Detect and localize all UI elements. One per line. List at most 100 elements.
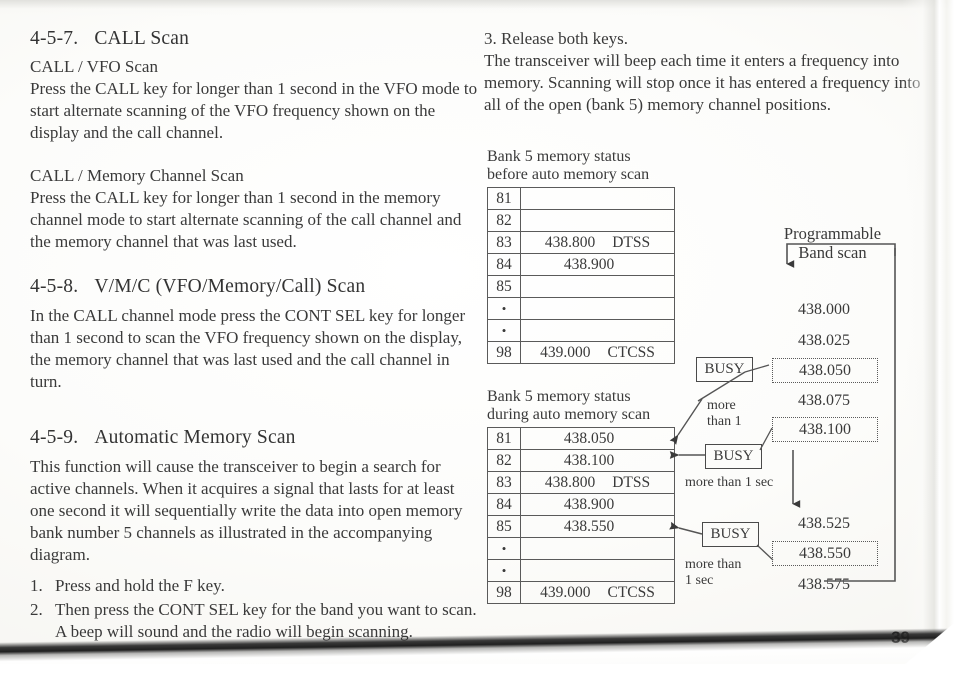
cell-channel: 85 [487, 275, 521, 299]
busy-indicator-2: BUSY [705, 444, 762, 469]
table-caption-before: Bank 5 memory status before auto memory … [487, 148, 675, 184]
cell-frequency: 438.100 [563, 452, 615, 470]
busy-indicator-1: BUSY [696, 357, 753, 382]
table-row: 85 [487, 275, 675, 299]
cell-value [520, 297, 675, 321]
memory-table-before: 81 82 83 438.800 DTSS 84 438.900 85 • • … [487, 187, 675, 365]
caption-line-1: Bank 5 memory status [487, 388, 631, 405]
paragraph-vmc-scan: In the CALL channel mode press the CONT … [30, 305, 466, 391]
cell-value [520, 275, 675, 299]
caption-line-1: Bank 5 memory status [487, 148, 631, 165]
cell-value: 439.000 CTCSS [520, 581, 675, 605]
section-title: V/M/C (VFO/Memory/Call) Scan [94, 275, 366, 297]
cell-channel: 83 [487, 471, 521, 495]
cell-tone: CTCSS [607, 344, 655, 362]
cell-value [520, 559, 675, 583]
table-row: 84 438.900 [487, 253, 675, 277]
step-3-release-both-keys: 3. Release both keys. [484, 28, 924, 50]
cell-channel: 82 [487, 209, 521, 233]
band-scan-title: Programmable Band scan [760, 224, 905, 262]
section-title: Automatic Memory Scan [94, 426, 296, 448]
cell-channel: 84 [487, 253, 521, 277]
cell-value [520, 209, 675, 233]
cell-channel: 84 [487, 493, 521, 517]
list-item: 2. Then press the CONT SEL key for the b… [30, 599, 482, 643]
paragraph-scan-stop-behavior: The transceiver will beep each time it e… [484, 51, 921, 115]
section-heading-4-5-9: 4-5-9. Automatic Memory Scan [30, 427, 482, 449]
note-more-than-1-sec-middle: more than 1 sec [685, 475, 774, 490]
cell-tone: DTSS [612, 474, 651, 492]
cell-frequency: 438.050 [563, 430, 615, 448]
list-marker: 1. [30, 576, 43, 596]
band-scan-frequency-438-525: 438.525 [798, 515, 850, 532]
cell-value: 439.000 CTCSS [520, 341, 675, 365]
list-item-text: Release both keys. [501, 29, 628, 48]
cell-value: 438.900 [520, 253, 675, 277]
cell-frequency: 439.000 [540, 344, 591, 362]
cell-channel: 81 [487, 427, 521, 451]
table-row: 82 438.100 [487, 449, 675, 473]
cell-channel: 98 [487, 581, 521, 605]
caption-line-2: before auto memory scan [487, 166, 650, 184]
note-line-2: 1 sec [685, 572, 714, 588]
cell-channel: • [487, 559, 521, 583]
left-text-column: 4-5-7. CALL Scan CALL / VFO Scan Press th… [30, 28, 482, 644]
band-scan-frequency-438-025: 438.025 [798, 332, 850, 349]
table-caption-during: Bank 5 memory status during auto memory … [487, 388, 675, 424]
title-line-2: Band scan [798, 242, 867, 262]
list-item: 1. Press and hold the F key. [30, 575, 482, 597]
cell-channel: 98 [487, 341, 521, 365]
table-row: • [487, 537, 675, 561]
cell-value: 438.900 [520, 493, 675, 517]
paragraph-automatic-memory-scan: This function will cause the transceiver… [30, 456, 463, 565]
section-heading-4-5-7: 4-5-7. CALL Scan [30, 28, 482, 50]
table-row: 85 438.550 [487, 515, 675, 539]
cell-frequency: 438.900 [563, 496, 615, 514]
paragraph-call-memory-channel-scan: Press the CALL key for longer than 1 sec… [30, 188, 462, 252]
list-marker: 2. [30, 599, 43, 619]
cell-value: 438.550 [520, 515, 675, 539]
cell-frequency: 438.800 [544, 234, 596, 252]
note-line-2: than 1 [707, 413, 742, 429]
note-line-1: more than [685, 557, 742, 572]
table-row: • [487, 559, 675, 583]
busy-indicator-3: BUSY [702, 522, 759, 547]
section-number: 4-5-8. [30, 275, 79, 297]
table-row: • [487, 319, 675, 343]
bank5-memory-status-during-block: Bank 5 memory status during auto memory … [487, 388, 675, 605]
caption-line-2: during auto memory scan [487, 406, 651, 424]
programmable-band-scan-diagram: Programmable Band scan 438.000 438.025 4… [660, 224, 954, 620]
table-row: • [487, 297, 675, 321]
note-more-than-1-sec-bottom: more than 1 sec [685, 557, 741, 588]
band-scan-frequency-438-100: 438.100 [772, 417, 878, 442]
section-number: 4-5-9. [30, 426, 79, 448]
cell-value: 438.100 [520, 449, 675, 473]
cell-frequency: 439.000 [540, 584, 591, 602]
cell-tone: DTSS [612, 234, 651, 252]
title-line-1: Programmable [783, 224, 882, 243]
table-row: 82 [487, 209, 675, 233]
cell-channel: 85 [487, 515, 521, 539]
band-scan-frequency-438-050: 438.050 [772, 358, 878, 383]
table-row: 81 438.050 [487, 427, 675, 451]
list-item-text: Then press the CONT SEL key for the band… [55, 599, 477, 641]
cell-value: 438.800 DTSS [520, 231, 675, 255]
section-title: CALL Scan [94, 28, 190, 49]
cell-value: 438.800 DTSS [520, 471, 675, 495]
subheading-call-memory-channel-scan: CALL / Memory Channel Scan [30, 166, 244, 186]
section-heading-4-5-8: 4-5-8. V/M/C (VFO/Memory/Call) Scan [30, 276, 482, 298]
cell-value [520, 319, 675, 343]
note-more-than-1: more than 1 [707, 398, 742, 429]
cell-channel: 82 [487, 449, 521, 473]
automatic-memory-scan-steps: 1. Press and hold the F key. 2. Then pre… [30, 575, 482, 642]
scanned-manual-page: 4-5-7. CALL Scan CALL / VFO Scan Press th… [0, 0, 954, 678]
right-text-column: 3. Release both keys. The transceiver wi… [484, 28, 924, 116]
cell-value: 438.050 [520, 427, 675, 451]
cell-frequency: 438.900 [563, 256, 615, 274]
cell-tone: CTCSS [607, 584, 655, 602]
cell-frequency: 438.550 [563, 518, 615, 536]
band-scan-frequency-438-075: 438.075 [798, 392, 850, 409]
